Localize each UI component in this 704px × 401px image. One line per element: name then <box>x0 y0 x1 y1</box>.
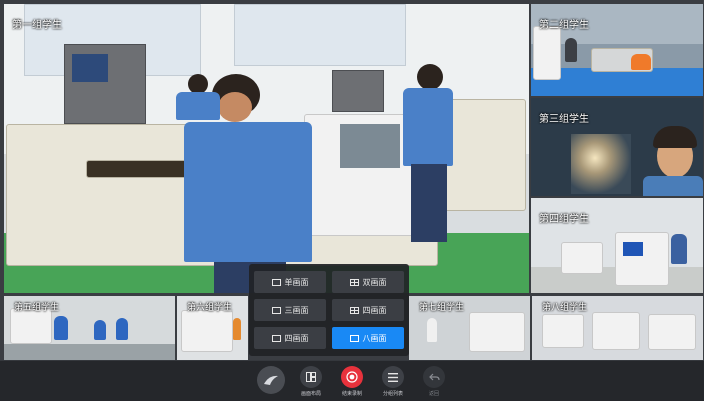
quad-screen-icon <box>349 306 359 314</box>
layout-option-dual[interactable]: 双画面 <box>332 271 404 293</box>
layout-option-triple[interactable]: 三画面 <box>254 299 326 321</box>
student-figure <box>389 64 469 254</box>
student-figure <box>565 38 577 62</box>
back-button[interactable]: 返回 <box>419 366 449 397</box>
layout-menu: 单画面 双画面 三画面 四画面 四画面 八画面 <box>249 264 409 356</box>
single-screen-icon <box>271 278 281 286</box>
video-tile-group-5[interactable]: 第五组学生 <box>4 296 175 360</box>
student-figure <box>233 318 241 340</box>
student-figure <box>671 234 687 264</box>
student-figure <box>427 318 437 342</box>
machine <box>615 232 669 286</box>
tile-label: 第二组学生 <box>539 20 589 31</box>
tile-label: 第五组学生 <box>14 303 60 313</box>
layout-option-quad[interactable]: 四画面 <box>332 299 404 321</box>
back-icon <box>423 366 445 388</box>
tile-label: 第一组学生 <box>12 20 62 31</box>
bottom-toolbar: 画面布局 结束录制 分组列表 返回 <box>0 360 704 401</box>
student-figure <box>172 74 222 124</box>
control-screen <box>72 54 108 82</box>
stop-recording-button[interactable]: 结束录制 <box>337 366 367 397</box>
student-figure <box>116 318 128 340</box>
camera-close-up <box>571 134 631 194</box>
machine <box>561 242 603 274</box>
layout-option-quad-alt[interactable]: 四画面 <box>254 327 326 349</box>
layout-icon <box>300 366 322 388</box>
triple-screen-icon <box>271 306 281 314</box>
layout-button[interactable]: 画面布局 <box>296 366 326 397</box>
video-tile-group-7[interactable]: 第七组学生 <box>409 296 530 360</box>
tile-label: 第三组学生 <box>539 114 589 125</box>
list-icon <box>382 366 404 388</box>
student-figure <box>631 54 651 70</box>
student-figure <box>94 320 106 340</box>
machine <box>533 26 561 80</box>
dual-screen-icon <box>349 278 359 286</box>
video-tile-group-2[interactable]: 第二组学生 <box>531 4 703 96</box>
control-panel <box>332 70 384 112</box>
layout-option-single[interactable]: 单画面 <box>254 271 326 293</box>
video-tile-group-3[interactable]: 第三组学生 <box>531 98 703 196</box>
eight-screen-icon <box>349 334 359 342</box>
student-figure <box>54 316 68 340</box>
student-figure <box>144 74 314 293</box>
layout-option-eight[interactable]: 八画面 <box>332 327 404 349</box>
tile-label: 第四组学生 <box>539 214 589 225</box>
record-icon <box>341 366 363 388</box>
group-list-button[interactable]: 分组列表 <box>378 366 408 397</box>
video-tile-group-6[interactable]: 第六组学生 <box>177 296 248 360</box>
logo-button[interactable] <box>256 366 286 394</box>
tile-label: 第八组学生 <box>542 303 588 313</box>
video-wall: 第一组学生 第二组学生 第三组学生 第四组学生 第五组学生 第六组学生 第七组学… <box>0 0 704 360</box>
logo-icon <box>257 366 285 394</box>
window <box>234 4 406 66</box>
video-tile-group-8[interactable]: 第八组学生 <box>532 296 703 360</box>
video-tile-group-4[interactable]: 第四组学生 <box>531 198 703 293</box>
tile-label: 第六组学生 <box>187 303 233 313</box>
video-tile-main[interactable]: 第一组学生 <box>4 4 529 293</box>
quad-alt-screen-icon <box>271 334 281 342</box>
tile-label: 第七组学生 <box>419 303 465 313</box>
